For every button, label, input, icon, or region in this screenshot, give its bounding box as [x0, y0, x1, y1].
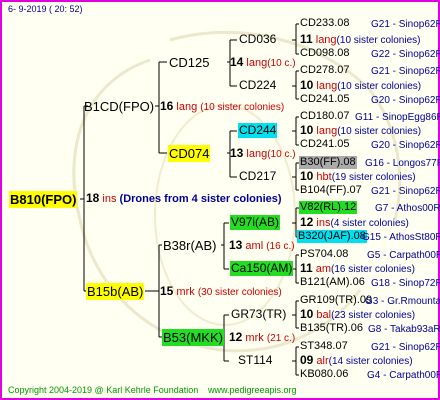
- cd074-mating: 13 lang(10 c.): [230, 146, 296, 161]
- b1cd-mating: 16 lang (10 sister colonies): [160, 99, 285, 114]
- queen-b53: B53(MKK): [162, 329, 224, 346]
- g4-cd180-id: G11 - SinopEgg86R: [355, 112, 440, 123]
- g4-b135: B135(TR).06: [300, 322, 363, 334]
- root-mating-note: (Drones from 4 sister colonies): [119, 193, 282, 205]
- gr73-mating: 10 bal(23 sister colonies): [300, 307, 416, 322]
- cd244-mating: 10 lang(10 sister colonies): [300, 123, 422, 138]
- g4-cd233: CD233.08: [300, 17, 350, 29]
- root-mating: 18 ins (Drones from 4 sister colonies): [86, 192, 282, 206]
- g4-cd241-a-id: G20 - Sinop62R: [371, 95, 440, 106]
- g4-cd098-id: G22 - Sinop62R: [371, 49, 440, 60]
- b15b-mating: 15 mrk (30 sister colonies): [160, 284, 282, 299]
- queen-cd036: CD036: [239, 32, 277, 46]
- cd125-mating: 14 lang(10 c.): [230, 55, 296, 70]
- queen-cd074: CD074: [168, 145, 211, 162]
- queen-cd125: CD125: [169, 55, 210, 70]
- queen-ca150: Ca150(AM): [230, 261, 294, 276]
- queen-v97i: V97i(AB): [230, 215, 281, 230]
- g4-b104: B104(FF).07: [300, 184, 362, 196]
- g4-b30-id: G16 - Longos77R: [365, 158, 440, 169]
- g4-b320-id: G15 - AthosSt80R: [362, 232, 440, 243]
- g4-st348-id: G21 - Sinop62R: [371, 342, 440, 353]
- root-mating-name: ins: [102, 193, 117, 205]
- g4-cd241-a: CD241.05: [300, 93, 350, 105]
- g4-cd278: CD278.07: [300, 64, 350, 76]
- cd036-mating: 11 lang(10 sister colonies): [300, 32, 421, 47]
- g4-b104-id: G21 - Sinop62R: [371, 186, 440, 197]
- root-queen: B810(FPO): [9, 191, 78, 208]
- queen-gr73: GR73(TR): [231, 307, 287, 321]
- g4-st348: ST348.07: [300, 340, 348, 352]
- cd224-mating: 10 lang(10 sister colonies): [300, 78, 422, 93]
- cd217-mating: 10 hbt(19 sister colonies): [300, 169, 416, 184]
- g4-cd098: CD098.08: [300, 47, 350, 59]
- queen-st114: ST114: [238, 353, 273, 367]
- g4-cd180: CD180.07: [300, 110, 350, 122]
- g4-cd278-id: G21 - Sinop62R: [371, 66, 440, 77]
- footer-url[interactable]: www.pedigreeapis.org: [208, 384, 297, 397]
- g4-gr109-id: G3 - Gr.Rmounta: [365, 296, 440, 307]
- g4-kb080: KB080.06: [300, 368, 349, 380]
- g4-gr109: GR109(TR).09: [300, 294, 373, 306]
- queen-cd224: CD224: [239, 78, 277, 92]
- g4-b135-id: G8 - Takab93aR: [368, 324, 440, 335]
- v97i-mating: 12 ins(4 sister colonies): [300, 215, 409, 230]
- queen-b1cd: B1CD(FPO): [84, 99, 155, 114]
- date-stamp: 6- 9-2019 ( 20: 52): [8, 4, 83, 14]
- ca150-mating: 11 am(16 sister colonies): [300, 261, 415, 276]
- queen-b15b: B15b(AB): [86, 283, 145, 300]
- g4-cd241-b: CD241.05: [300, 138, 350, 150]
- g4-b121: B121(AM).06: [300, 276, 365, 288]
- b53-mating: 12 mrk (21 c.): [229, 330, 296, 345]
- g4-v82-id: G7 - Athos00R: [375, 203, 440, 214]
- st114-mating: 09 alr(14 sister colonies): [300, 353, 413, 368]
- g4-ps704-id: G5 - Carpath00R: [367, 250, 440, 261]
- queen-b38r: B38r(AB): [163, 238, 217, 253]
- queen-cd244: CD244: [238, 123, 278, 138]
- g4-b30: B30(FF).08: [299, 156, 357, 169]
- g4-ps704: PS704.08: [300, 248, 349, 260]
- g4-cd233-id: G21 - Sinop62R: [371, 19, 440, 30]
- b38r-mating: 13 aml (16 c.): [229, 238, 295, 253]
- g4-kb080-id: G4 - Carpath00R: [367, 370, 440, 381]
- g4-cd241-b-id: G20 - Sinop62R: [371, 140, 440, 151]
- queen-cd217: CD217: [239, 169, 277, 183]
- root-mating-num: 18: [86, 191, 100, 205]
- g4-b320: B320(JAF).08: [297, 230, 367, 243]
- g4-v82: V82(RL).12: [299, 201, 358, 214]
- footer-copyright: Copyright 2004-2019 @ Karl Kehrle Founda…: [8, 385, 199, 395]
- g4-b121-id: G18 - Sinop72R: [371, 278, 440, 289]
